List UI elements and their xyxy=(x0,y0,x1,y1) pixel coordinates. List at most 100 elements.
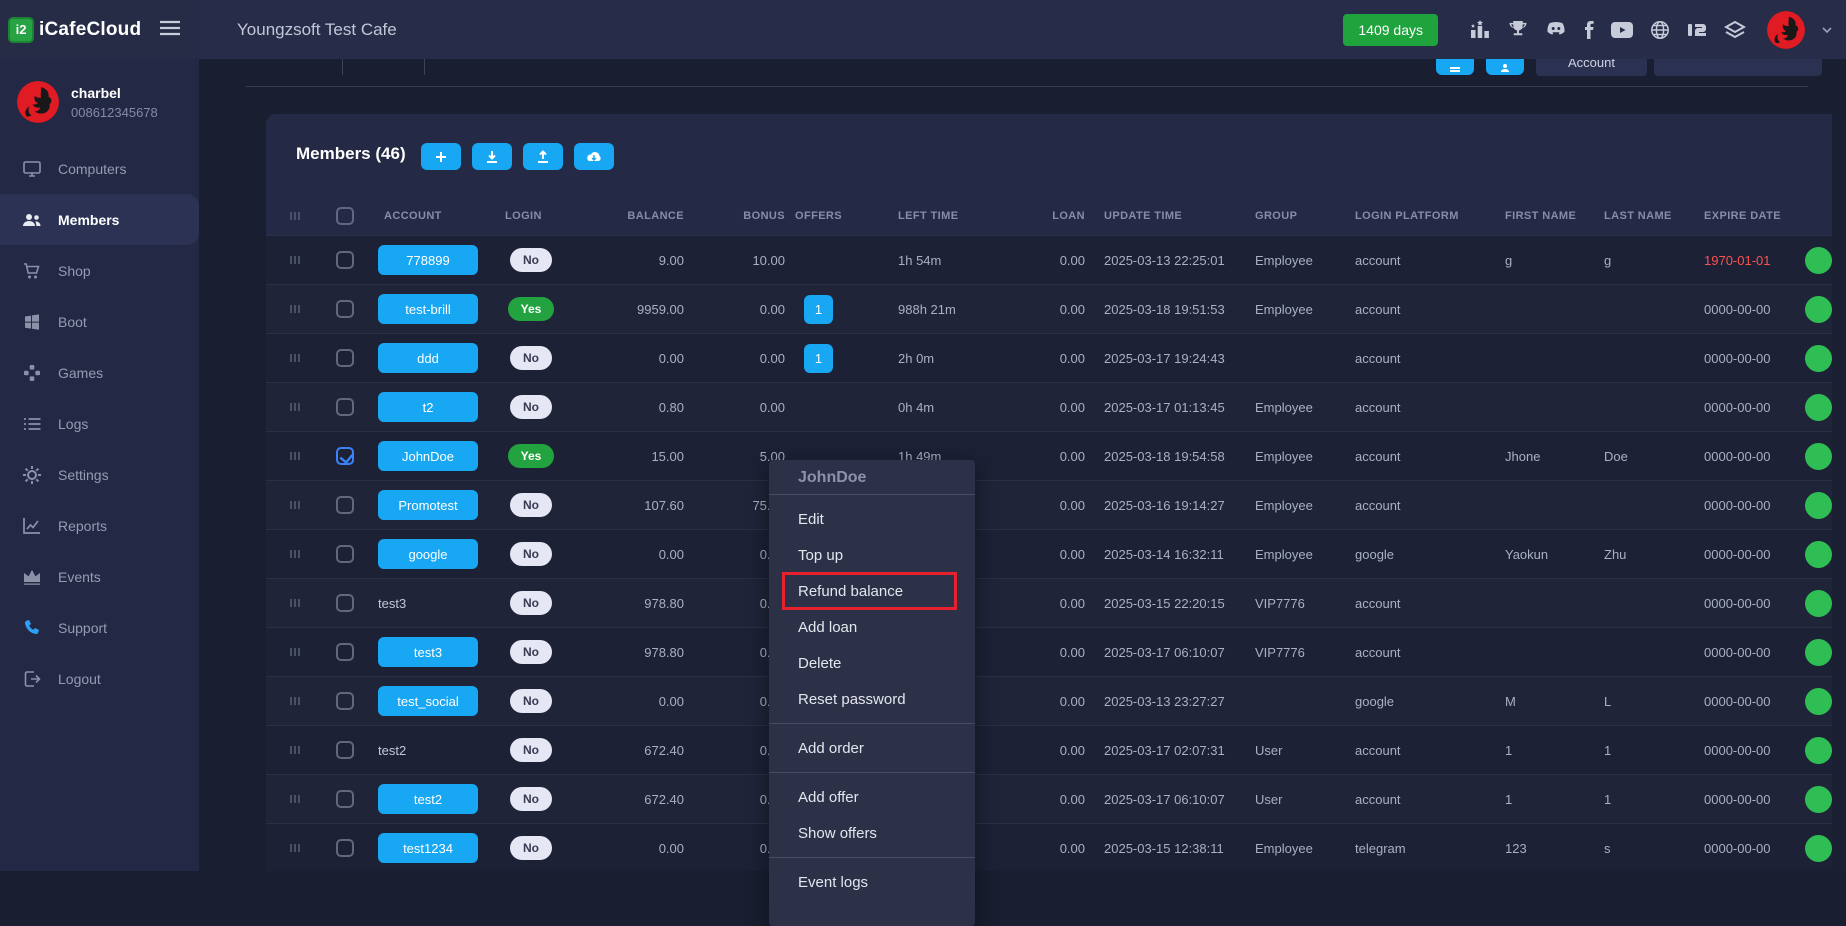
account-button[interactable]: google xyxy=(378,539,478,569)
account-button[interactable]: t2 xyxy=(378,392,478,422)
vertical-scrollbar[interactable] xyxy=(1832,114,1846,871)
enabled-indicator xyxy=(1805,688,1832,715)
menu-item-event-logs[interactable]: Event logs xyxy=(769,864,975,900)
row-checkbox[interactable] xyxy=(336,300,354,318)
menu-item-delete[interactable]: Delete xyxy=(769,645,975,681)
update-time-value: 2025-03-15 22:20:15 xyxy=(1104,579,1249,627)
sidebar-item-label: Games xyxy=(58,365,103,381)
sidebar-item-settings[interactable]: Settings xyxy=(0,449,199,500)
sidebar-item-members[interactable]: Members xyxy=(0,194,199,245)
globe-icon[interactable] xyxy=(1650,20,1670,40)
login-status-badge: No xyxy=(510,591,552,615)
account-button[interactable]: test1234 xyxy=(378,833,478,863)
account-button[interactable]: test_social xyxy=(378,686,478,716)
plus-button[interactable] xyxy=(421,143,461,170)
row-checkbox[interactable] xyxy=(336,251,354,269)
row-checkbox[interactable] xyxy=(336,496,354,514)
row-checkbox[interactable] xyxy=(336,839,354,857)
offers-button[interactable]: 1 xyxy=(804,295,833,324)
account-button[interactable]: test2 xyxy=(378,784,478,814)
sidebar-item-boot[interactable]: Boot xyxy=(0,296,199,347)
ranking-icon[interactable] xyxy=(1469,20,1491,40)
row-drag-handle[interactable] xyxy=(290,432,316,480)
account-button[interactable]: 778899 xyxy=(378,245,478,275)
row-checkbox[interactable] xyxy=(336,790,354,808)
row-checkbox[interactable] xyxy=(336,594,354,612)
offers-cell xyxy=(804,236,844,284)
loan-value: 0.00 xyxy=(985,824,1085,871)
account-button[interactable]: JohnDoe xyxy=(378,441,478,471)
row-checkbox[interactable] xyxy=(336,545,354,563)
toolbar-list-button[interactable] xyxy=(1436,59,1474,75)
balance-value: 0.00 xyxy=(554,677,684,725)
days-remaining-button[interactable]: 1409 days xyxy=(1343,14,1438,46)
last-name-value xyxy=(1604,481,1699,529)
download-button[interactable] xyxy=(472,143,512,170)
expire-date-value: 0000-00-00 xyxy=(1704,628,1804,676)
cloud-button[interactable] xyxy=(574,143,614,170)
menu-item-add-offer[interactable]: Add offer xyxy=(769,779,975,815)
account-button[interactable]: test3 xyxy=(378,637,478,667)
account-button[interactable]: ddd xyxy=(378,343,478,373)
select-all-checkbox[interactable] xyxy=(336,197,360,235)
table-row: t2 No 0.80 0.00 0h 4m 0.00 2025-03-17 01… xyxy=(266,382,1846,431)
row-checkbox[interactable] xyxy=(336,447,354,465)
sidebar-item-shop[interactable]: Shop xyxy=(0,245,199,296)
balance-value: 0.00 xyxy=(554,530,684,578)
sidebar-item-support[interactable]: Support xyxy=(0,602,199,653)
balance-value: 0.80 xyxy=(554,383,684,431)
offers-button[interactable]: 1 xyxy=(804,344,833,373)
toolbar-add-member-button[interactable] xyxy=(1486,59,1524,75)
row-checkbox[interactable] xyxy=(336,349,354,367)
youngzsoft-icon[interactable] xyxy=(1724,20,1746,40)
row-drag-handle[interactable] xyxy=(290,579,316,627)
menu-item-add-loan[interactable]: Add loan xyxy=(769,609,975,645)
search-filter-dropdown[interactable] xyxy=(1654,59,1822,76)
discord-icon[interactable] xyxy=(1545,21,1567,38)
row-checkbox[interactable] xyxy=(336,692,354,710)
menu-item-show-offers[interactable]: Show offers xyxy=(769,815,975,851)
upload-button[interactable] xyxy=(523,143,563,170)
header-offers: OFFERS xyxy=(795,197,855,235)
row-drag-handle[interactable] xyxy=(290,628,316,676)
row-drag-handle[interactable] xyxy=(290,824,316,871)
trophy-icon[interactable] xyxy=(1508,20,1528,39)
account-filter-dropdown[interactable]: Account xyxy=(1536,59,1647,76)
row-drag-handle[interactable] xyxy=(290,236,316,284)
chevron-down-icon[interactable] xyxy=(1822,27,1832,33)
sidebar-item-logs[interactable]: Logs xyxy=(0,398,199,449)
sidebar-item-reports[interactable]: Reports xyxy=(0,500,199,551)
row-drag-handle[interactable] xyxy=(290,530,316,578)
row-drag-handle[interactable] xyxy=(290,383,316,431)
row-checkbox[interactable] xyxy=(336,741,354,759)
row-drag-handle[interactable] xyxy=(290,285,316,333)
icafecloud-icon[interactable] xyxy=(1687,20,1707,40)
account-button[interactable]: Promotest xyxy=(378,490,478,520)
sidebar-item-games[interactable]: Games xyxy=(0,347,199,398)
youtube-icon[interactable] xyxy=(1611,22,1633,38)
sidebar-item-events[interactable]: Events xyxy=(0,551,199,602)
menu-item-edit[interactable]: Edit xyxy=(769,501,975,537)
first-name-value: Yaokun xyxy=(1505,530,1600,578)
row-drag-handle[interactable] xyxy=(290,481,316,529)
login-status-badge: No xyxy=(510,640,552,664)
facebook-icon[interactable] xyxy=(1584,21,1594,39)
sidebar-item-computers[interactable]: Computers xyxy=(0,143,199,194)
profile-avatar[interactable] xyxy=(17,81,59,123)
row-drag-handle[interactable] xyxy=(290,334,316,382)
menu-item-add-order[interactable]: Add order xyxy=(769,730,975,766)
menu-item-refund-balance[interactable]: Refund balance xyxy=(769,573,975,609)
row-drag-handle[interactable] xyxy=(290,775,316,823)
games-icon xyxy=(21,362,43,384)
row-drag-handle[interactable] xyxy=(290,726,316,774)
hamburger-menu-icon[interactable] xyxy=(159,20,181,41)
row-checkbox[interactable] xyxy=(336,398,354,416)
user-avatar[interactable] xyxy=(1767,11,1805,49)
menu-item-top-up[interactable]: Top up xyxy=(769,537,975,573)
menu-item-reset-password[interactable]: Reset password xyxy=(769,681,975,717)
sidebar-item-logout[interactable]: Logout xyxy=(0,653,199,704)
account-button[interactable]: test-brill xyxy=(378,294,478,324)
row-drag-handle[interactable] xyxy=(290,677,316,725)
row-checkbox[interactable] xyxy=(336,643,354,661)
group-value: Employee xyxy=(1255,432,1350,480)
